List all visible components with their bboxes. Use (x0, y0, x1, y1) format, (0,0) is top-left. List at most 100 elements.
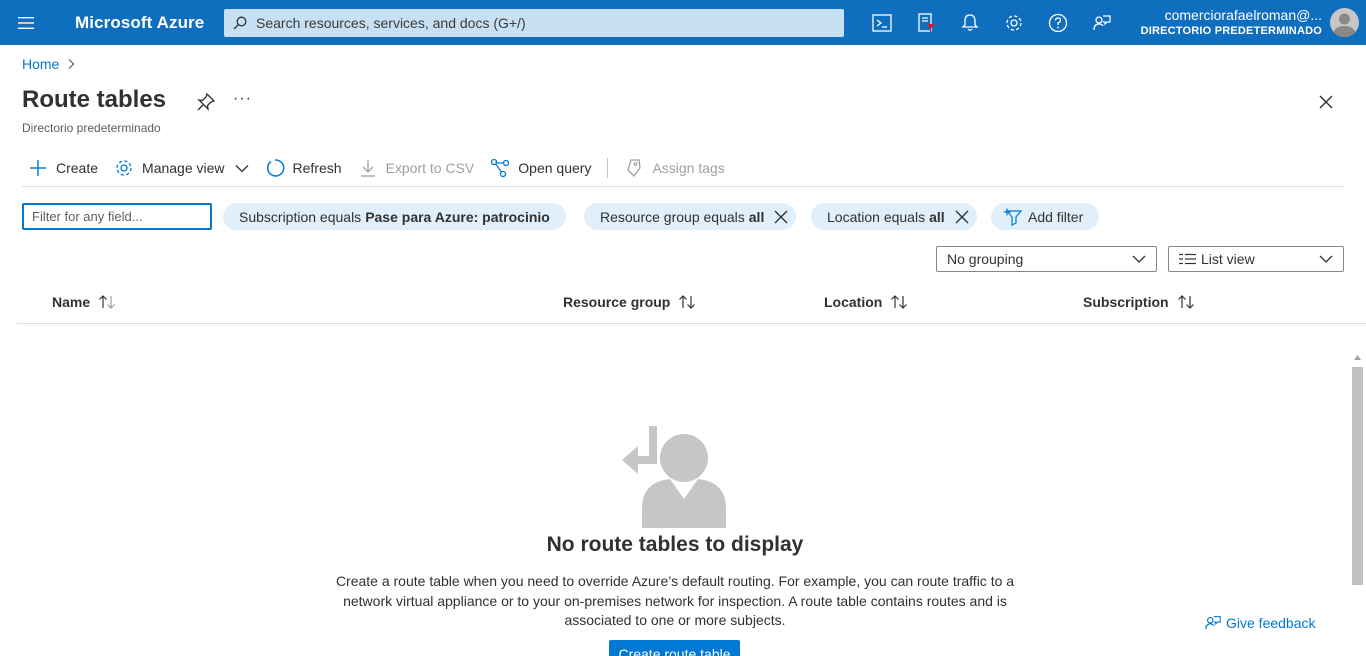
view-mode-value: List view (1201, 251, 1255, 267)
add-filter-button[interactable]: Add filter (991, 203, 1100, 230)
empty-state-description: Create a route table when you need to ov… (335, 573, 1015, 628)
page-title: Route tables (22, 86, 167, 113)
create-route-table-button[interactable]: Create route table (609, 640, 740, 656)
scrollbar-thumb[interactable] (1352, 367, 1363, 585)
sort-icon[interactable] (1177, 295, 1195, 309)
feedback-icon (1093, 14, 1111, 30)
cloud-shell-icon (872, 13, 892, 32)
global-search-input[interactable]: Search resources, services, and docs (G+… (224, 9, 844, 37)
chevron-down-icon (1132, 255, 1146, 263)
search-placeholder: Search resources, services, and docs (G+… (256, 15, 526, 31)
feedback-icon (1205, 616, 1221, 630)
scroll-up-arrow-icon[interactable] (1353, 354, 1362, 361)
open-query-button[interactable]: Open query (482, 152, 599, 184)
more-options-button[interactable]: ··· (233, 90, 252, 108)
export-csv-label: Export to CSV (385, 160, 475, 176)
open-query-label: Open query (518, 160, 592, 176)
location-filter-pill[interactable]: Location equals all (811, 203, 977, 230)
hamburger-icon (18, 16, 34, 29)
assign-tags-label: Assign tags (652, 160, 725, 176)
manage-view-label: Manage view (142, 160, 225, 176)
view-mode-dropdown[interactable]: List view (1168, 246, 1344, 272)
resource-group-filter-pill[interactable]: Resource group equals all (584, 203, 797, 230)
plus-icon (28, 158, 48, 178)
column-header-label: Name (52, 294, 91, 310)
search-icon (224, 16, 256, 30)
account-email: comerciorafaelroman@... (1164, 7, 1322, 23)
empty-state-illustration (620, 424, 730, 528)
tag-icon (624, 158, 644, 178)
grouping-dropdown[interactable]: No grouping (936, 246, 1157, 272)
breadcrumb-home-link[interactable]: Home (22, 56, 59, 72)
table-header: Name Resource group Location Subscriptio… (17, 287, 1366, 324)
column-header-name[interactable]: Name (52, 294, 116, 310)
avatar[interactable] (1330, 8, 1359, 37)
column-header-location[interactable]: Location (824, 294, 908, 310)
settings-icon (1006, 14, 1022, 31)
page-subtitle: Directorio predeterminado (22, 121, 161, 135)
empty-state-title: No route tables to display (546, 533, 804, 556)
create-button[interactable]: Create (22, 152, 106, 184)
subscription-filter-pill[interactable]: Subscription equals Pase para Azure: pat… (223, 203, 566, 230)
chevron-right-icon (68, 59, 75, 69)
column-header-label: Location (824, 294, 883, 310)
query-graph-icon (490, 158, 510, 178)
list-view-icon (1179, 253, 1196, 265)
add-filter-icon (1003, 208, 1023, 226)
help-icon (1048, 13, 1068, 32)
remove-filter-icon[interactable] (955, 210, 969, 224)
directory-filter-button[interactable] (904, 0, 948, 45)
resource-group-filter-value: all (748, 208, 765, 225)
add-filter-label: Add filter (1028, 208, 1084, 225)
breadcrumb: Home (22, 56, 75, 72)
close-button[interactable] (1316, 92, 1336, 112)
user-avatar-icon (1333, 13, 1356, 37)
command-bar: Create Manage view Refresh Export to CSV… (22, 150, 1344, 187)
brand-link[interactable]: Microsoft Azure (75, 13, 204, 33)
top-navigation-bar: Microsoft Azure Search resources, servic… (0, 0, 1366, 45)
sort-icon[interactable] (890, 295, 908, 309)
pin-button[interactable] (196, 92, 216, 112)
close-icon (1319, 95, 1333, 109)
account-menu[interactable]: comerciorafaelroman@... DIRECTORIO PREDE… (1141, 7, 1322, 38)
chevron-down-icon (235, 164, 248, 172)
refresh-label: Refresh (292, 160, 342, 176)
create-label: Create (56, 160, 99, 176)
subscription-filter-value: Pase para Azure: patrocinio (365, 208, 550, 225)
feedback-button[interactable] (1080, 0, 1124, 45)
help-button[interactable] (1036, 0, 1080, 45)
filter-placeholder: Filter for any field... (32, 209, 143, 224)
column-header-label: Subscription (1083, 294, 1169, 310)
column-header-resource-group[interactable]: Resource group (563, 294, 696, 310)
refresh-icon (265, 158, 285, 178)
sort-icon[interactable] (678, 295, 696, 309)
give-feedback-link[interactable]: Give feedback (1204, 614, 1316, 632)
vertical-scrollbar[interactable] (1350, 351, 1364, 656)
download-icon (358, 158, 378, 178)
manage-view-button[interactable]: Manage view (106, 152, 257, 184)
notifications-icon (961, 14, 979, 31)
command-separator (607, 158, 609, 178)
sort-icon[interactable] (98, 295, 116, 309)
directory-filter-icon (918, 12, 935, 32)
give-feedback-label: Give feedback (1226, 615, 1316, 631)
account-directory: DIRECTORIO PREDETERMINADO (1140, 25, 1322, 37)
export-csv-button[interactable]: Export to CSV (350, 152, 483, 184)
remove-filter-icon[interactable] (774, 210, 788, 224)
cloud-shell-button[interactable] (860, 0, 904, 45)
settings-button[interactable] (992, 0, 1036, 45)
chevron-down-icon (1319, 255, 1333, 263)
assign-tags-button[interactable]: Assign tags (616, 152, 732, 184)
filter-input[interactable]: Filter for any field... (22, 203, 212, 230)
notifications-button[interactable] (948, 0, 992, 45)
user-with-arrow-icon (622, 426, 726, 528)
column-header-subscription[interactable]: Subscription (1083, 294, 1195, 310)
gear-icon (114, 158, 134, 178)
portal-menu-button[interactable] (0, 0, 52, 45)
location-filter-prefix: Location equals (827, 208, 926, 225)
refresh-button[interactable]: Refresh (257, 152, 350, 184)
location-filter-value: all (929, 208, 945, 225)
column-header-label: Resource group (563, 294, 671, 310)
resource-group-filter-prefix: Resource group equals (600, 208, 745, 225)
subscription-filter-prefix: Subscription equals (239, 208, 362, 225)
